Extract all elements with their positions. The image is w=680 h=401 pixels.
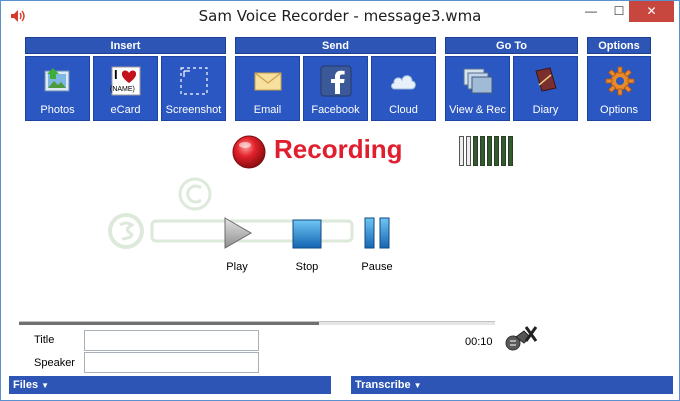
level-meter-bar bbox=[494, 136, 499, 166]
photos-label: Photos bbox=[40, 104, 75, 116]
speaker-input[interactable] bbox=[84, 352, 259, 373]
view-rec-icon bbox=[463, 68, 493, 94]
goto-group: Go To View & Rec Diary bbox=[445, 37, 578, 121]
view-rec-button[interactable]: View & Rec bbox=[445, 56, 510, 121]
facebook-label: Facebook bbox=[311, 104, 360, 116]
diary-button[interactable]: Diary bbox=[513, 56, 578, 121]
play-icon bbox=[224, 217, 253, 249]
chevron-down-icon: ▼ bbox=[413, 381, 422, 390]
send-group-header: Send bbox=[235, 37, 436, 54]
diary-label: Diary bbox=[532, 104, 559, 116]
facebook-button[interactable]: Facebook bbox=[303, 56, 368, 121]
level-meter-bar bbox=[508, 136, 513, 166]
level-meter bbox=[459, 136, 521, 166]
stop-label: Stop bbox=[295, 261, 319, 273]
options-group-header: Options bbox=[587, 37, 651, 54]
ecard-label: eCard bbox=[110, 104, 141, 116]
speaker-label: Speaker bbox=[34, 357, 75, 369]
cloud-icon bbox=[391, 75, 416, 90]
title-bar[interactable]: Sam Voice Recorder - message3.wma — ☐ ✕ bbox=[1, 1, 679, 32]
play-label: Play bbox=[226, 261, 248, 273]
ecard-icon-text: (NAME) bbox=[110, 86, 135, 93]
cloud-button[interactable]: Cloud bbox=[371, 56, 436, 121]
play-button[interactable]: Play bbox=[212, 216, 262, 278]
minimize-button[interactable]: — bbox=[577, 1, 605, 22]
stop-icon bbox=[292, 219, 322, 249]
send-group: Send Email Facebook Cloud bbox=[235, 37, 436, 121]
diary-icon bbox=[535, 67, 557, 92]
title-input[interactable] bbox=[84, 330, 259, 351]
insert-group-header: Insert bbox=[25, 37, 226, 54]
elapsed-time: 00:10 bbox=[465, 336, 493, 348]
pause-button[interactable]: Pause bbox=[352, 216, 402, 278]
photos-icon bbox=[44, 68, 70, 92]
mute-speaker-icon[interactable] bbox=[504, 323, 540, 355]
goto-group-header: Go To bbox=[445, 37, 578, 54]
recording-status-text: Recording bbox=[274, 134, 403, 164]
files-menu-label: Files bbox=[13, 379, 39, 391]
email-label: Email bbox=[253, 104, 282, 116]
copyright-watermark-icon bbox=[178, 177, 212, 211]
ecard-button[interactable]: I (NAME) eCard bbox=[93, 56, 158, 121]
transcribe-menu-label: Transcribe bbox=[355, 379, 411, 391]
screenshot-icon bbox=[180, 67, 208, 95]
level-meter-bar bbox=[501, 136, 506, 166]
level-meter-bar bbox=[473, 136, 478, 166]
email-icon bbox=[254, 72, 282, 91]
chevron-down-icon: ▼ bbox=[41, 381, 49, 390]
options-group: Options Options bbox=[587, 37, 651, 121]
options-button[interactable]: Options bbox=[587, 56, 651, 121]
stop-button[interactable]: Stop bbox=[282, 216, 332, 278]
files-menu[interactable]: Files ▼ bbox=[9, 376, 331, 394]
pause-label: Pause bbox=[361, 261, 393, 273]
level-meter-bar bbox=[466, 136, 471, 166]
options-label: Options bbox=[600, 104, 638, 116]
insert-group: Insert Photos I (NAME) eCard Screenshot bbox=[25, 37, 226, 121]
gear-icon bbox=[605, 66, 635, 96]
app-window: Sam Voice Recorder - message3.wma — ☐ ✕ … bbox=[0, 0, 680, 401]
level-meter-bar bbox=[459, 136, 464, 166]
recording-indicator-icon bbox=[232, 135, 266, 169]
recording-progress-fill bbox=[19, 322, 319, 325]
facebook-icon bbox=[320, 65, 352, 97]
screenshot-label: Screenshot bbox=[165, 104, 222, 116]
photos-button[interactable]: Photos bbox=[25, 56, 90, 121]
screenshot-button[interactable]: Screenshot bbox=[161, 56, 226, 121]
ecard-icon-letter: I bbox=[114, 67, 118, 82]
email-button[interactable]: Email bbox=[235, 56, 300, 121]
pause-icon bbox=[364, 217, 390, 249]
level-meter-bar bbox=[487, 136, 492, 166]
level-meter-bar bbox=[480, 136, 485, 166]
title-label: Title bbox=[34, 334, 55, 346]
cloud-label: Cloud bbox=[389, 104, 418, 116]
recording-progress-bar[interactable] bbox=[19, 321, 495, 325]
view-rec-label: View & Rec bbox=[449, 104, 506, 116]
transcribe-menu[interactable]: Transcribe ▼ bbox=[351, 376, 673, 394]
close-button[interactable]: ✕ bbox=[629, 1, 674, 22]
